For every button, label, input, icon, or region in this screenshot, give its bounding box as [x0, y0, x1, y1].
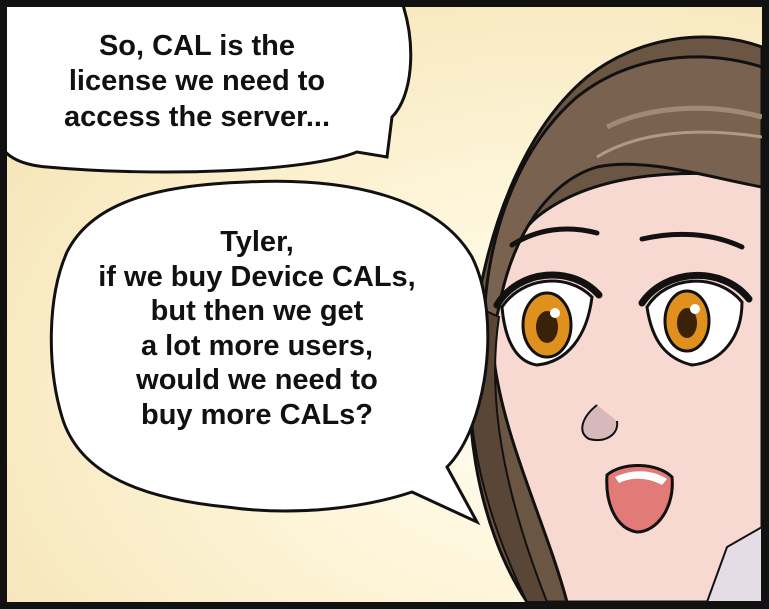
bubble-2-line-2: if we buy Device CALs,	[98, 260, 416, 293]
comic-panel: So, CAL is the license we need to access…	[0, 0, 769, 609]
bubble-1-line-1: So, CAL is the	[98, 30, 296, 62]
bubble-1-line-2: license we need to	[68, 65, 326, 98]
bubble-1-line-3: access the server...	[63, 100, 331, 133]
speech-bubble-1-text: So, CAL is the license we need to access…	[27, 29, 367, 135]
bubble-2-line-3: but then we get	[150, 295, 364, 327]
bubble-2-line-5: would we need to	[136, 364, 378, 396]
bubble-2-line-6: buy more CALs?	[140, 398, 374, 431]
bubble-2-line-1: Tyler,	[220, 226, 294, 258]
bubble-2-line-4: a lot more users,	[140, 329, 374, 362]
speech-bubble-2-text: Tyler, if we buy Device CALs, but then w…	[47, 225, 467, 432]
